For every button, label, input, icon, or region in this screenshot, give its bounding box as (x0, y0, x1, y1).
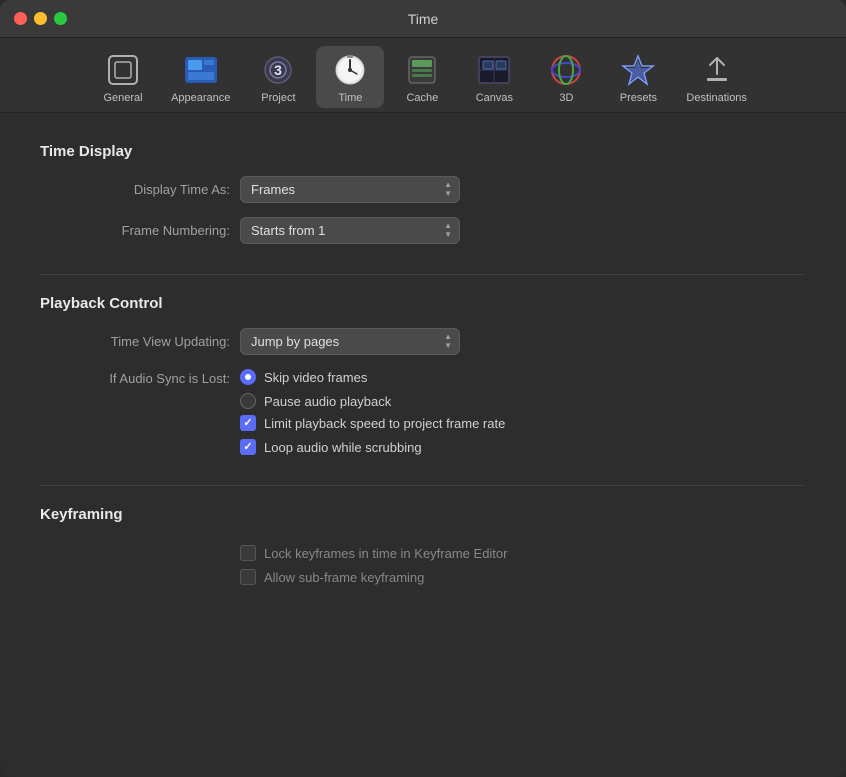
svg-text:3: 3 (274, 62, 282, 78)
time-view-label: Time View Updating: (40, 334, 240, 349)
display-time-wrapper: Frames Timecode Samples ▲ ▼ (240, 176, 460, 203)
3d-label: 3D (559, 92, 573, 104)
time-view-row: Time View Updating: Jump by pages Scroll… (40, 328, 806, 355)
destinations-icon (699, 52, 735, 88)
window-title: Time (408, 11, 439, 27)
toolbar-item-project[interactable]: 3 Project (244, 46, 312, 108)
radio-pause-audio-input[interactable] (240, 393, 256, 409)
maximize-button[interactable] (54, 12, 67, 25)
frame-numbering-label: Frame Numbering: (40, 223, 240, 238)
3d-icon (548, 52, 584, 88)
display-time-select[interactable]: Frames Timecode Samples (240, 176, 460, 203)
loop-audio-label: Loop audio while scrubbing (264, 440, 422, 455)
toolbar-item-canvas[interactable]: Canvas (460, 46, 528, 108)
display-time-label: Display Time As: (40, 182, 240, 197)
audio-sync-row: If Audio Sync is Lost: Skip video frames… (40, 369, 806, 455)
radio-pause-audio-label: Pause audio playback (264, 394, 391, 409)
sub-frame-checkbox[interactable] (240, 569, 256, 585)
keyframing-row: Lock keyframes in time in Keyframe Edito… (40, 539, 806, 585)
toolbar-item-3d[interactable]: 3D (532, 46, 600, 108)
time-label: Time (338, 92, 362, 104)
checkbox-loop-audio[interactable]: Loop audio while scrubbing (240, 439, 505, 455)
title-bar: Time (0, 0, 846, 38)
appearance-label: Appearance (171, 92, 230, 104)
audio-sync-controls: Skip video frames Pause audio playback L… (240, 369, 505, 455)
time-display-section: Time Display Display Time As: Frames Tim… (40, 143, 806, 244)
time-view-wrapper: Jump by pages Scroll continuously No aut… (240, 328, 460, 355)
radio-skip-frames-input[interactable] (240, 369, 256, 385)
keyframing-checkboxes: Lock keyframes in time in Keyframe Edito… (240, 545, 507, 585)
playback-control-title: Playback Control (40, 295, 806, 312)
audio-sync-label: If Audio Sync is Lost: (40, 369, 240, 386)
separator-2 (40, 485, 806, 486)
close-button[interactable] (14, 12, 27, 25)
checkbox-limit-playback[interactable]: Limit playback speed to project frame ra… (240, 415, 505, 431)
general-icon (105, 52, 141, 88)
frame-numbering-row: Frame Numbering: Starts from 0 Starts fr… (40, 217, 806, 244)
playback-control-section: Playback Control Time View Updating: Jum… (40, 295, 806, 455)
time-icon (332, 52, 368, 88)
playback-checkboxes: Limit playback speed to project frame ra… (240, 415, 505, 455)
canvas-icon (476, 52, 512, 88)
cache-label: Cache (406, 92, 438, 104)
checkbox-lock-keyframes[interactable]: Lock keyframes in time in Keyframe Edito… (240, 545, 507, 561)
keyframing-section: Keyframing Lock keyframes in time in Key… (40, 506, 806, 585)
radio-skip-frames-label: Skip video frames (264, 370, 367, 385)
canvas-label: Canvas (476, 92, 513, 104)
time-display-title: Time Display (40, 143, 806, 160)
project-icon: 3 (260, 52, 296, 88)
toolbar-item-destinations[interactable]: Destinations (676, 46, 757, 108)
toolbar-item-general[interactable]: General (89, 46, 157, 108)
minimize-button[interactable] (34, 12, 47, 25)
radio-group: Skip video frames Pause audio playback (240, 369, 505, 409)
frame-numbering-wrapper: Starts from 0 Starts from 1 ▲ ▼ (240, 217, 460, 244)
separator-1 (40, 274, 806, 275)
project-label: Project (261, 92, 295, 104)
toolbar: General Appearance 3 (0, 38, 846, 113)
sub-frame-label: Allow sub-frame keyframing (264, 570, 424, 585)
toolbar-item-time[interactable]: Time (316, 46, 384, 108)
lock-keyframes-label: Lock keyframes in time in Keyframe Edito… (264, 546, 507, 561)
limit-playback-label: Limit playback speed to project frame ra… (264, 416, 505, 431)
frame-numbering-select[interactable]: Starts from 0 Starts from 1 (240, 217, 460, 244)
content-area: Time Display Display Time As: Frames Tim… (0, 113, 846, 777)
window: Time General Appearan (0, 0, 846, 777)
limit-playback-checkbox[interactable] (240, 415, 256, 431)
general-label: General (103, 92, 142, 104)
presets-icon (620, 52, 656, 88)
keyframing-title: Keyframing (40, 506, 806, 523)
presets-label: Presets (620, 92, 657, 104)
time-view-select[interactable]: Jump by pages Scroll continuously No aut… (240, 328, 460, 355)
toolbar-item-appearance[interactable]: Appearance (161, 46, 240, 108)
destinations-label: Destinations (686, 92, 747, 104)
lock-keyframes-checkbox[interactable] (240, 545, 256, 561)
radio-pause-audio[interactable]: Pause audio playback (240, 393, 505, 409)
display-time-row: Display Time As: Frames Timecode Samples… (40, 176, 806, 203)
cache-icon (404, 52, 440, 88)
toolbar-item-presets[interactable]: Presets (604, 46, 672, 108)
radio-skip-frames[interactable]: Skip video frames (240, 369, 505, 385)
checkbox-sub-frame[interactable]: Allow sub-frame keyframing (240, 569, 507, 585)
toolbar-item-cache[interactable]: Cache (388, 46, 456, 108)
traffic-lights (14, 12, 67, 25)
loop-audio-checkbox[interactable] (240, 439, 256, 455)
appearance-icon (183, 52, 219, 88)
